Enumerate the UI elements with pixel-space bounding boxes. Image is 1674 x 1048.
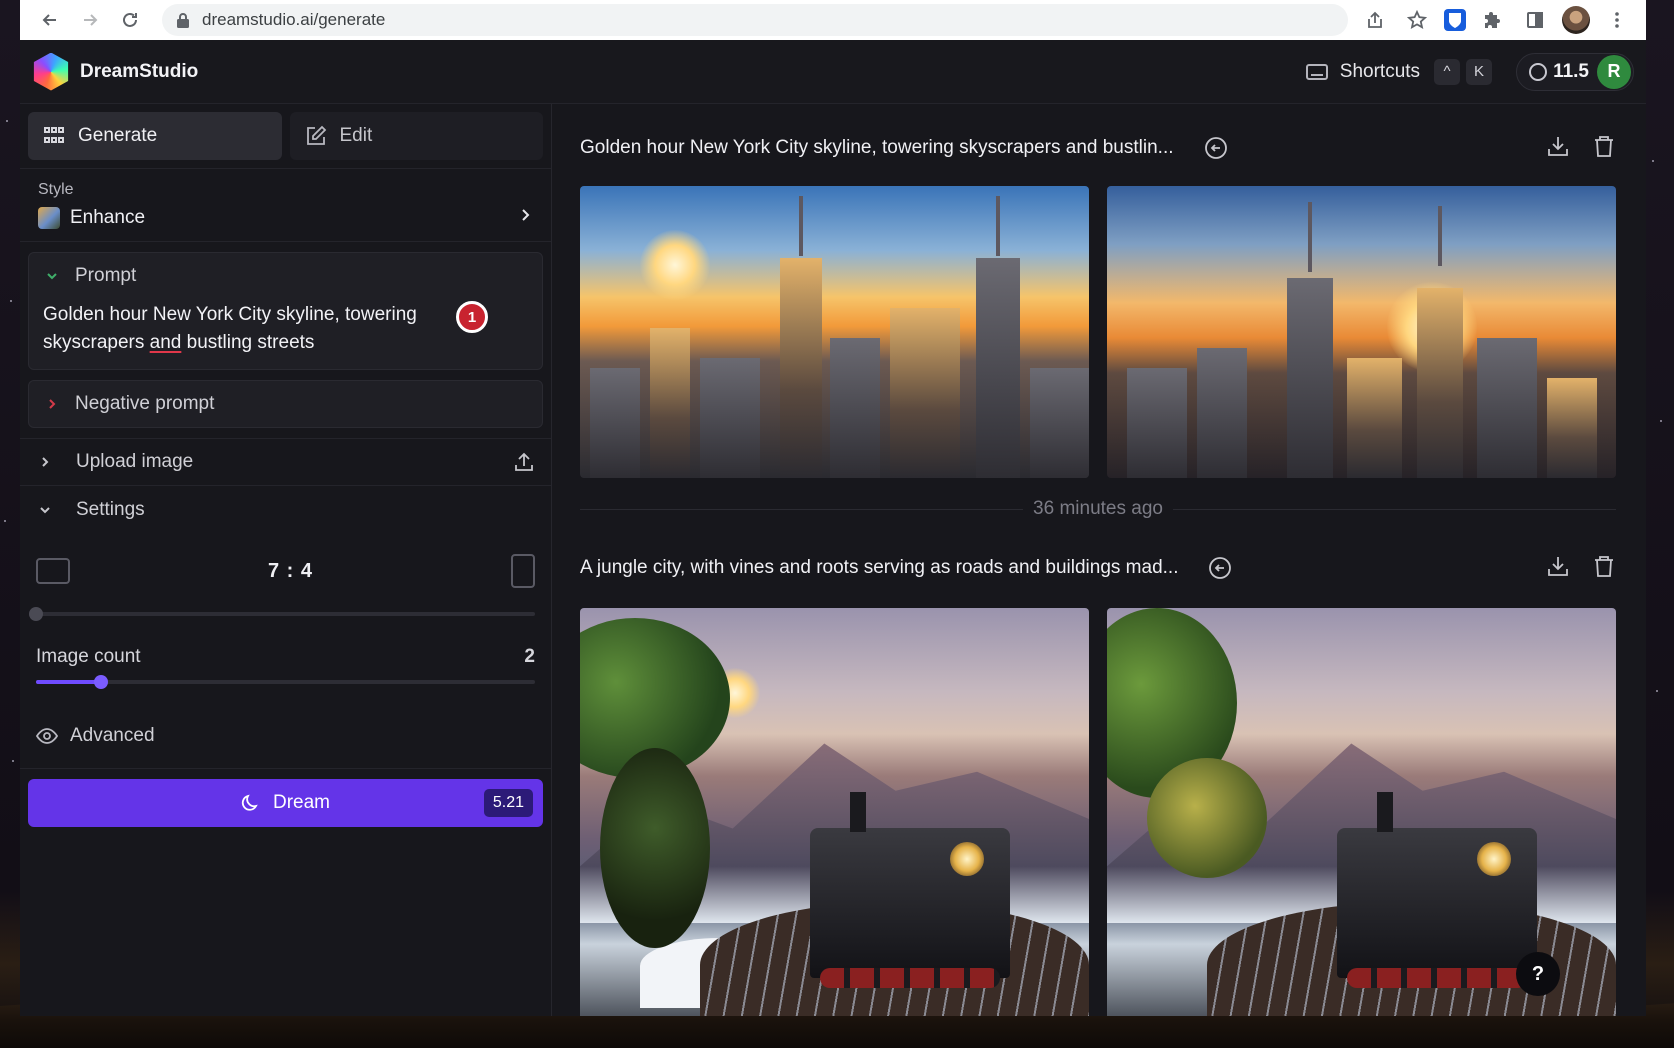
browser-toolbar: dreamstudio.ai/generate (20, 0, 1646, 40)
edit-icon (304, 124, 328, 148)
grid-icon (42, 124, 66, 148)
generated-image[interactable] (580, 608, 1089, 1016)
credits-button[interactable]: 11.5 R (1516, 52, 1634, 91)
credits-amount: 11.5 (1553, 60, 1589, 82)
generation-timestamp: 36 minutes ago (1033, 498, 1163, 519)
style-selector[interactable]: Style Enhance (20, 169, 551, 242)
prompt-label: Prompt (75, 265, 137, 286)
generation-header: Golden hour New York City skyline, tower… (552, 128, 1646, 168)
tab-edit[interactable]: Edit (289, 112, 543, 160)
dream-label: Dream (272, 792, 330, 813)
settings-label: Settings (76, 499, 145, 520)
prompt-textarea[interactable]: Golden hour New York City skyline, tower… (43, 301, 443, 357)
dream-cost-badge: 5.21 (483, 789, 533, 817)
portrait-aspect-icon[interactable] (511, 554, 535, 588)
extensions-puzzle-icon[interactable] (1478, 5, 1508, 35)
slider-thumb[interactable] (29, 607, 43, 621)
advanced-toggle[interactable]: Advanced (20, 720, 551, 752)
moon-icon (241, 794, 258, 811)
upload-image-label: Upload image (76, 451, 194, 472)
dream-button[interactable]: Dream 5.21 (28, 779, 543, 827)
slider-thumb[interactable] (93, 675, 108, 689)
shortcut-key: K (1466, 58, 1493, 85)
generated-image[interactable] (580, 186, 1089, 478)
prompt-panel: Prompt Golden hour New York City skyline… (28, 252, 543, 370)
help-button[interactable]: ? (1516, 952, 1560, 996)
generated-image[interactable]: ? (1107, 608, 1616, 1016)
shortcut-key: ^ (1434, 58, 1461, 85)
image-count-row: Image count 2 (20, 646, 551, 668)
style-thumbnail (38, 207, 60, 229)
generation-sidebar: Generate Edit Style Enhance Prompt Golde… (20, 104, 552, 1016)
prompt-issue-badge[interactable]: 1 (456, 301, 488, 333)
dreamstudio-logo-icon[interactable] (33, 52, 69, 91)
back-icon[interactable] (34, 4, 66, 36)
negative-prompt-label: Negative prompt (75, 393, 215, 414)
generation-header: A jungle city, with vines and roots serv… (552, 548, 1646, 588)
tab-label: Edit (339, 125, 373, 146)
upload-icon[interactable] (513, 451, 535, 473)
trash-icon[interactable] (1592, 134, 1616, 163)
mode-tabs: Generate Edit (20, 104, 551, 169)
keyboard-icon (1305, 63, 1328, 80)
landscape-aspect-icon[interactable] (36, 558, 70, 584)
generation-separator: 36 minutes ago (552, 492, 1646, 526)
aspect-ratio-slider[interactable] (29, 607, 535, 621)
spellcheck-word[interactable]: and (150, 332, 182, 353)
bookmark-star-icon[interactable] (1402, 5, 1432, 35)
image-count-slider[interactable] (36, 675, 535, 689)
chevron-down-icon (36, 503, 54, 517)
generation-gallery: Golden hour New York City skyline, tower… (552, 104, 1646, 1016)
generation-title[interactable]: A jungle city, with vines and roots serv… (580, 557, 1178, 579)
eye-icon (36, 728, 58, 744)
chevron-down-icon (43, 269, 61, 283)
advanced-label: Advanced (70, 725, 155, 746)
password-manager-icon[interactable] (1444, 9, 1466, 31)
chevron-right-icon (36, 455, 54, 469)
address-bar[interactable]: dreamstudio.ai/generate (162, 4, 1348, 36)
brand-name: DreamStudio (80, 60, 199, 82)
aspect-ratio-control: 7 : 4 (20, 534, 551, 588)
download-icon[interactable] (1546, 554, 1570, 583)
user-avatar[interactable]: R (1597, 54, 1631, 89)
download-icon[interactable] (1546, 134, 1570, 163)
trash-icon[interactable] (1592, 554, 1616, 583)
negative-prompt-toggle[interactable]: Negative prompt (28, 380, 543, 428)
app-header: DreamStudio Shortcuts ^ K 11.5 R (20, 40, 1646, 104)
generated-image[interactable] (1107, 186, 1616, 478)
image-count-value: 2 (524, 646, 535, 667)
reuse-prompt-icon[interactable] (1208, 556, 1232, 580)
reuse-prompt-icon[interactable] (1204, 136, 1228, 160)
credits-coin-icon (1529, 62, 1548, 81)
forward-icon[interactable] (74, 4, 106, 36)
tab-label: Generate (78, 125, 158, 146)
image-count-label: Image count (36, 646, 141, 667)
reload-icon[interactable] (114, 4, 146, 36)
lock-icon (176, 12, 190, 28)
aspect-ratio-value: 7 : 4 (267, 559, 314, 582)
chevron-right-icon (43, 397, 61, 411)
style-value: Enhance (70, 207, 146, 228)
tab-generate[interactable]: Generate (28, 112, 282, 160)
chevron-right-icon (517, 207, 533, 229)
profile-avatar-icon[interactable] (1562, 6, 1590, 34)
dreamstudio-app: DreamStudio Shortcuts ^ K 11.5 R Generat… (20, 40, 1646, 1016)
share-icon[interactable] (1360, 5, 1390, 35)
style-label: Style (38, 181, 74, 198)
url-text: dreamstudio.ai/generate (202, 10, 386, 29)
prompt-toggle[interactable]: Prompt (43, 265, 528, 287)
shortcuts-button[interactable]: Shortcuts (1340, 61, 1420, 83)
browser-menu-icon[interactable] (1602, 5, 1632, 35)
settings-toggle[interactable]: Settings (20, 486, 551, 534)
generation-title[interactable]: Golden hour New York City skyline, tower… (580, 137, 1174, 159)
side-panel-icon[interactable] (1520, 5, 1550, 35)
upload-image-row[interactable]: Upload image (20, 438, 551, 486)
